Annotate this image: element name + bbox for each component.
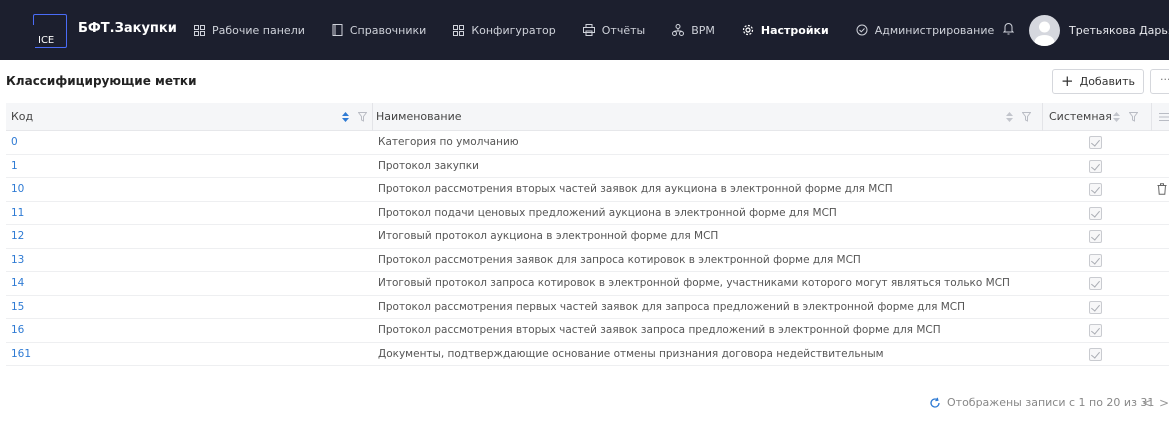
nav-item-label: Настройки (760, 23, 829, 37)
nav-item-vrm[interactable]: ВРМ (672, 24, 715, 37)
bell-icon[interactable] (1003, 22, 1014, 35)
column-header-code[interactable]: Код (11, 103, 33, 131)
nav-item-label: Справочники (349, 23, 427, 37)
system-checkbox (1089, 183, 1102, 196)
system-checkbox (1089, 253, 1102, 267)
app-brand-title[interactable]: БФТ.Закупки (78, 21, 177, 36)
row-name: Протокол рассмотрения первых частей заяв… (378, 300, 966, 313)
system-checkbox (1089, 324, 1102, 337)
row-code-link[interactable]: 161 (11, 343, 31, 366)
table-row[interactable]: 13 Протокол рассмотрения заявок для запр… (6, 249, 1169, 272)
top-navigation-bar: ICE БФТ.Закупки Рабочие панели Справочни… (0, 0, 1169, 60)
table-row[interactable]: 1 Протокол закупки (6, 155, 1169, 178)
grid-icon (453, 24, 465, 36)
nav-item-label: Администрирование (874, 23, 995, 37)
sort-icon[interactable] (1006, 112, 1013, 122)
avatar[interactable] (1029, 15, 1060, 46)
row-name: Протокол рассмотрения вторых частей заяв… (378, 324, 941, 336)
nav-item-configurator[interactable]: Конфигуратор (453, 23, 556, 37)
table-row[interactable]: 12 Итоговый протокол аукциона в электрон… (6, 225, 1169, 249)
gear-icon (742, 24, 753, 36)
book-icon (332, 24, 343, 36)
system-checkbox (1089, 277, 1102, 290)
row-name: Документы, подтверждающие основание отме… (378, 347, 884, 360)
columns-menu-icon[interactable] (1159, 112, 1169, 122)
row-code-link[interactable]: 0 (11, 131, 18, 154)
row-code-link[interactable]: 13 (11, 249, 24, 272)
nav-item-dashboards[interactable]: Рабочие панели (194, 24, 305, 37)
nav-item-settings[interactable]: Настройки (742, 24, 829, 37)
sort-icon[interactable] (342, 112, 349, 122)
org-chart-icon (672, 24, 685, 36)
row-code-link[interactable]: 1 (11, 155, 18, 178)
row-code-link[interactable]: 14 (11, 272, 24, 295)
system-checkbox (1089, 230, 1102, 243)
add-button[interactable]: + Добавить (1052, 69, 1144, 94)
logo-text: ICE (38, 35, 55, 46)
row-name: Протокол рассмотрения заявок для запроса… (378, 253, 861, 266)
nav-item-administration[interactable]: Администрирование (856, 23, 995, 37)
page-title: Классифицирующие метки (6, 74, 197, 88)
system-checkbox (1089, 347, 1102, 361)
trash-icon[interactable] (1157, 183, 1167, 195)
row-name: Протокол подачи ценовых предложений аукц… (378, 206, 837, 219)
app-logo[interactable]: ICE (33, 14, 67, 49)
more-actions-button[interactable]: ··· (1150, 69, 1169, 94)
prev-page-button[interactable]: < (1142, 396, 1152, 410)
nav-item-label: Конфигуратор (471, 23, 556, 37)
user-name[interactable]: Третьякова Дарья (1069, 24, 1169, 37)
records-count-text: Отображены записи с 1 по 20 из 31 (947, 396, 1155, 409)
table-header: Код Наименование Системная (6, 103, 1169, 131)
row-name: Протокол закупки (378, 159, 479, 172)
table-row[interactable]: 16 Протокол рассмотрения вторых частей з… (6, 319, 1169, 343)
row-code-link[interactable]: 16 (11, 319, 24, 342)
system-checkbox (1089, 136, 1102, 149)
filter-icon[interactable] (1022, 112, 1031, 122)
table-row[interactable]: 15 Протокол рассмотрения первых частей з… (6, 296, 1169, 319)
sort-icon[interactable] (1113, 112, 1120, 122)
filter-icon[interactable] (358, 112, 367, 122)
pagination-status: Отображены записи с 1 по 20 из 31 (929, 396, 1154, 409)
table-body: 0 Категория по умолчанию 1 Протокол заку… (6, 131, 1169, 366)
row-code-link[interactable]: 10 (11, 178, 24, 201)
table-row[interactable]: 11 Протокол подачи ценовых предложений а… (6, 202, 1169, 225)
nav-item-reports[interactable]: Отчёты (582, 23, 646, 37)
filter-icon[interactable] (1129, 112, 1138, 122)
table-row[interactable]: 161 Документы, подтверждающие основание … (6, 343, 1169, 366)
column-header-name[interactable]: Наименование (376, 103, 461, 131)
table-row[interactable]: 14 Итоговый протокол запроса котировок в… (6, 272, 1169, 296)
row-code-link[interactable]: 12 (11, 225, 24, 248)
table-row[interactable]: 0 Категория по умолчанию (6, 131, 1169, 155)
nav-item-references[interactable]: Справочники (332, 24, 426, 37)
grid-icon (194, 24, 205, 36)
row-code-link[interactable]: 15 (11, 296, 24, 319)
labels-table: Код Наименование Системная 0 Категория п… (6, 103, 1169, 366)
next-page-button[interactable]: > (1159, 396, 1169, 410)
row-name: Итоговый протокол аукциона в электронной… (378, 230, 719, 242)
system-checkbox (1089, 300, 1102, 314)
nav-item-label: ВРМ (691, 23, 715, 37)
nav-item-label: Рабочие панели (212, 23, 305, 37)
refresh-icon[interactable] (929, 397, 941, 409)
plus-icon: + (1061, 72, 1074, 90)
row-name: Категория по умолчанию (378, 136, 519, 148)
nav-item-label: Отчёты (601, 23, 646, 37)
printer-icon (582, 24, 595, 36)
user-icon (1034, 21, 1055, 46)
system-checkbox (1089, 159, 1102, 173)
table-row[interactable]: 10 Протокол рассмотрения вторых частей з… (6, 178, 1169, 202)
row-code-link[interactable]: 11 (11, 202, 24, 225)
column-header-system[interactable]: Системная (1049, 103, 1112, 131)
row-name: Протокол рассмотрения вторых частей заяв… (378, 183, 893, 195)
system-checkbox (1089, 206, 1102, 220)
row-name: Итоговый протокол запроса котировок в эл… (378, 277, 1010, 289)
main-nav: Рабочие панели Справочники Конфигуратор … (194, 0, 1021, 60)
add-button-label: Добавить (1079, 75, 1135, 88)
shield-check-icon (856, 24, 868, 36)
